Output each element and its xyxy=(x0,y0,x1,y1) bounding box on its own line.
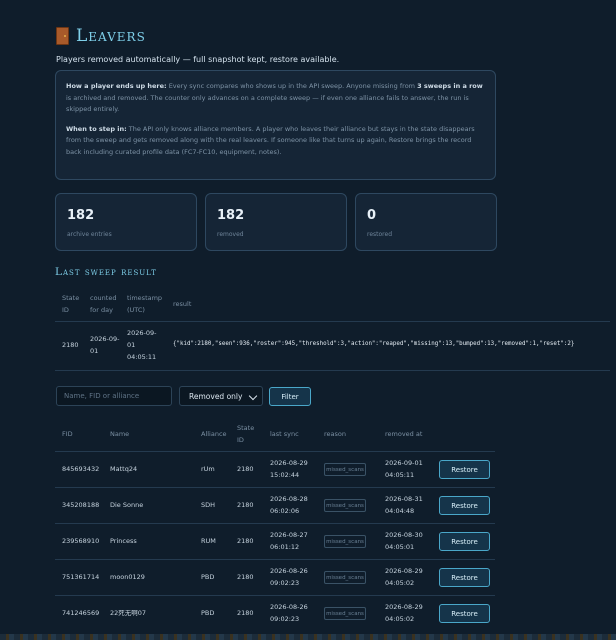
row-fid: 345208188 xyxy=(62,501,100,509)
divider xyxy=(55,487,495,488)
divider xyxy=(55,370,610,371)
row-last-sync: 2026-08-26 09:02:23 xyxy=(270,567,308,587)
stat-card-restored: 0 restored xyxy=(355,193,497,251)
stat-label: restored xyxy=(367,231,393,238)
stat-value: 182 xyxy=(67,208,95,223)
info-text-when: The API only knows alliance members. A p… xyxy=(66,124,475,156)
row-state: 2180 xyxy=(237,465,254,473)
col-header-fid: FID xyxy=(62,430,73,438)
row-fid: 751361714 xyxy=(62,573,100,581)
restore-button[interactable]: Restore xyxy=(439,568,490,587)
door-icon xyxy=(56,27,69,45)
page-title-text: Leavers xyxy=(76,26,146,46)
sweep-result-json: {"kid":2180,"seen":936,"roster":945,"thr… xyxy=(173,341,575,347)
stat-value: 0 xyxy=(367,208,377,223)
row-last-sync: 2026-08-26 09:02:23 xyxy=(270,603,308,623)
row-state: 2180 xyxy=(237,573,254,581)
filter-button[interactable]: Filter xyxy=(269,387,311,406)
stat-card-archive: 182 archive entries xyxy=(55,193,197,251)
sweep-state: 2180 xyxy=(62,341,79,349)
row-removed-at: 2026-08-29 04:05:02 xyxy=(385,567,423,587)
divider xyxy=(55,595,495,596)
sweep-header-timestamp: timestamp (UTC) xyxy=(127,294,163,314)
reason-badge: missed_scans xyxy=(324,571,366,584)
info-label-how: How a player ends up here: xyxy=(66,82,167,90)
info-bold-sweeps: 3 sweeps in a row xyxy=(417,82,483,90)
info-label-when: When to step in: xyxy=(66,124,127,133)
info-paragraph-how: How a player ends up here: Every sync co… xyxy=(66,81,485,116)
row-name: 22死无啊07 xyxy=(110,609,147,617)
info-text-how-b: is archived and removed. The counter onl… xyxy=(66,93,469,114)
row-fid: 845693432 xyxy=(62,465,100,473)
search-input[interactable] xyxy=(56,386,172,406)
col-header-name: Name xyxy=(110,430,130,438)
divider xyxy=(55,451,495,452)
stat-value: 182 xyxy=(217,208,245,223)
reason-badge: missed_scans xyxy=(324,463,366,476)
last-sweep-heading: Last sweep result xyxy=(55,266,157,278)
restore-button[interactable]: Restore xyxy=(439,460,490,479)
col-header-last-sync: last sync xyxy=(270,430,299,438)
status-select-value: Removed only xyxy=(189,391,243,401)
chevron-down-icon xyxy=(248,391,258,401)
row-alliance: PBD xyxy=(201,609,215,617)
row-alliance: rUm xyxy=(201,465,215,473)
col-header-alliance: Alliance xyxy=(201,430,227,438)
reason-badge: missed_scans xyxy=(324,535,366,548)
row-alliance: PBD xyxy=(201,573,215,581)
sweep-header-counted: counted for day xyxy=(90,294,117,314)
row-alliance: SDH xyxy=(201,501,216,509)
row-name: Mattq24 xyxy=(110,465,138,473)
row-alliance: RUM xyxy=(201,537,216,545)
info-text-how-a: Every sync compares who shows up in the … xyxy=(166,82,418,90)
divider xyxy=(55,559,495,560)
row-name: moon0129 xyxy=(110,573,145,581)
divider xyxy=(55,523,495,524)
page-subtitle: Players removed automatically — full sna… xyxy=(56,55,340,64)
row-last-sync: 2026-08-27 06:01:12 xyxy=(270,531,308,551)
restore-button[interactable]: Restore xyxy=(439,496,490,515)
reason-badge: missed_scans xyxy=(324,499,366,512)
stat-label: removed xyxy=(217,231,244,238)
row-removed-at: 2026-08-31 04:04:48 xyxy=(385,495,423,515)
info-paragraph-when: When to step in: The API only knows alli… xyxy=(66,124,485,159)
col-header-state: State ID xyxy=(237,424,255,444)
status-select[interactable]: Removed only xyxy=(179,386,263,406)
col-header-reason: reason xyxy=(324,430,346,438)
stat-card-removed: 182 removed xyxy=(205,193,347,251)
bottom-edge-strip xyxy=(0,634,616,640)
restore-button[interactable]: Restore xyxy=(439,532,490,551)
reason-badge: missed_scans xyxy=(324,607,366,620)
row-state: 2180 xyxy=(237,609,254,617)
col-header-removed-at: removed at xyxy=(385,430,423,438)
row-last-sync: 2026-08-29 15:02:44 xyxy=(270,459,308,479)
row-fid: 239568910 xyxy=(62,537,100,545)
sweep-counted: 2026-09-01 xyxy=(90,335,120,355)
row-fid: 741246569 xyxy=(62,609,100,617)
row-state: 2180 xyxy=(237,501,254,509)
sweep-header-state: State ID xyxy=(62,294,80,314)
divider xyxy=(55,321,610,322)
row-name: Princess xyxy=(110,537,137,545)
stat-label: archive entries xyxy=(67,231,112,238)
row-removed-at: 2026-08-29 04:05:02 xyxy=(385,603,423,623)
row-name: Die Sonne xyxy=(110,501,144,509)
row-last-sync: 2026-08-28 06:02:06 xyxy=(270,495,308,515)
info-panel: How a player ends up here: Every sync co… xyxy=(55,70,496,180)
sweep-header-result: result xyxy=(173,300,192,308)
row-state: 2180 xyxy=(237,537,254,545)
page-title: Leavers xyxy=(56,26,146,46)
row-removed-at: 2026-08-30 04:05:01 xyxy=(385,531,423,551)
sweep-timestamp: 2026-09-01 04:05:11 xyxy=(127,329,157,361)
restore-button[interactable]: Restore xyxy=(439,604,490,623)
row-removed-at: 2026-09-01 04:05:11 xyxy=(385,459,423,479)
